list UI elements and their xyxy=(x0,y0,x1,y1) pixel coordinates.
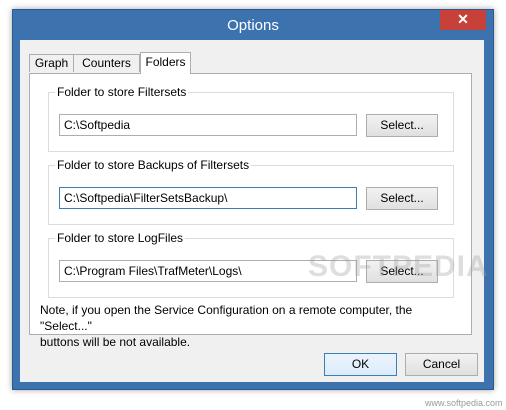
remote-note-line-2: buttons will be not available. xyxy=(40,335,191,349)
logfiles-select-button[interactable]: Select... xyxy=(366,260,438,283)
filtersets-select-button[interactable]: Select... xyxy=(366,114,438,137)
filtersets-folder-label: Folder to store Filtersets xyxy=(55,85,189,99)
cancel-button[interactable]: Cancel xyxy=(405,353,478,376)
logfiles-folder-field[interactable]: C:\Program Files\TrafMeter\Logs\ xyxy=(59,260,357,282)
ok-button[interactable]: OK xyxy=(324,353,397,376)
close-icon: ✕ xyxy=(457,11,469,27)
tab-counters[interactable]: Counters xyxy=(73,54,140,72)
folders-tab-panel: Folder to store Filtersets C:\Softpedia … xyxy=(29,73,472,349)
backups-select-button[interactable]: Select... xyxy=(366,187,438,210)
remote-note: Note, if you open the Service Configurat… xyxy=(40,302,460,350)
logfiles-folder-group: Folder to store LogFiles C:\Program File… xyxy=(48,231,454,298)
filtersets-folder-group: Folder to store Filtersets C:\Softpedia … xyxy=(48,85,454,152)
tab-folders[interactable]: Folders xyxy=(140,52,191,74)
tab-graph[interactable]: Graph xyxy=(29,54,74,72)
backups-folder-label: Folder to store Backups of Filtersets xyxy=(55,158,252,172)
backups-folder-field[interactable]: C:\Softpedia\FilterSetsBackup\ xyxy=(59,187,357,209)
dialog-client-area: Graph Counters Folders Folder to store F… xyxy=(20,40,484,382)
filtersets-folder-field[interactable]: C:\Softpedia xyxy=(59,114,357,136)
title-bar[interactable]: Options ✕ xyxy=(13,10,493,40)
softpedia-url-watermark: www.softpedia.com xyxy=(425,398,503,408)
options-dialog: Options ✕ Graph Counters Folders Folder … xyxy=(12,9,494,390)
window-title: Options xyxy=(227,17,279,34)
remote-note-line-1: Note, if you open the Service Configurat… xyxy=(40,303,413,333)
close-button[interactable]: ✕ xyxy=(440,10,486,30)
logfiles-folder-label: Folder to store LogFiles xyxy=(55,231,186,245)
backups-folder-group: Folder to store Backups of Filtersets C:… xyxy=(48,158,454,225)
